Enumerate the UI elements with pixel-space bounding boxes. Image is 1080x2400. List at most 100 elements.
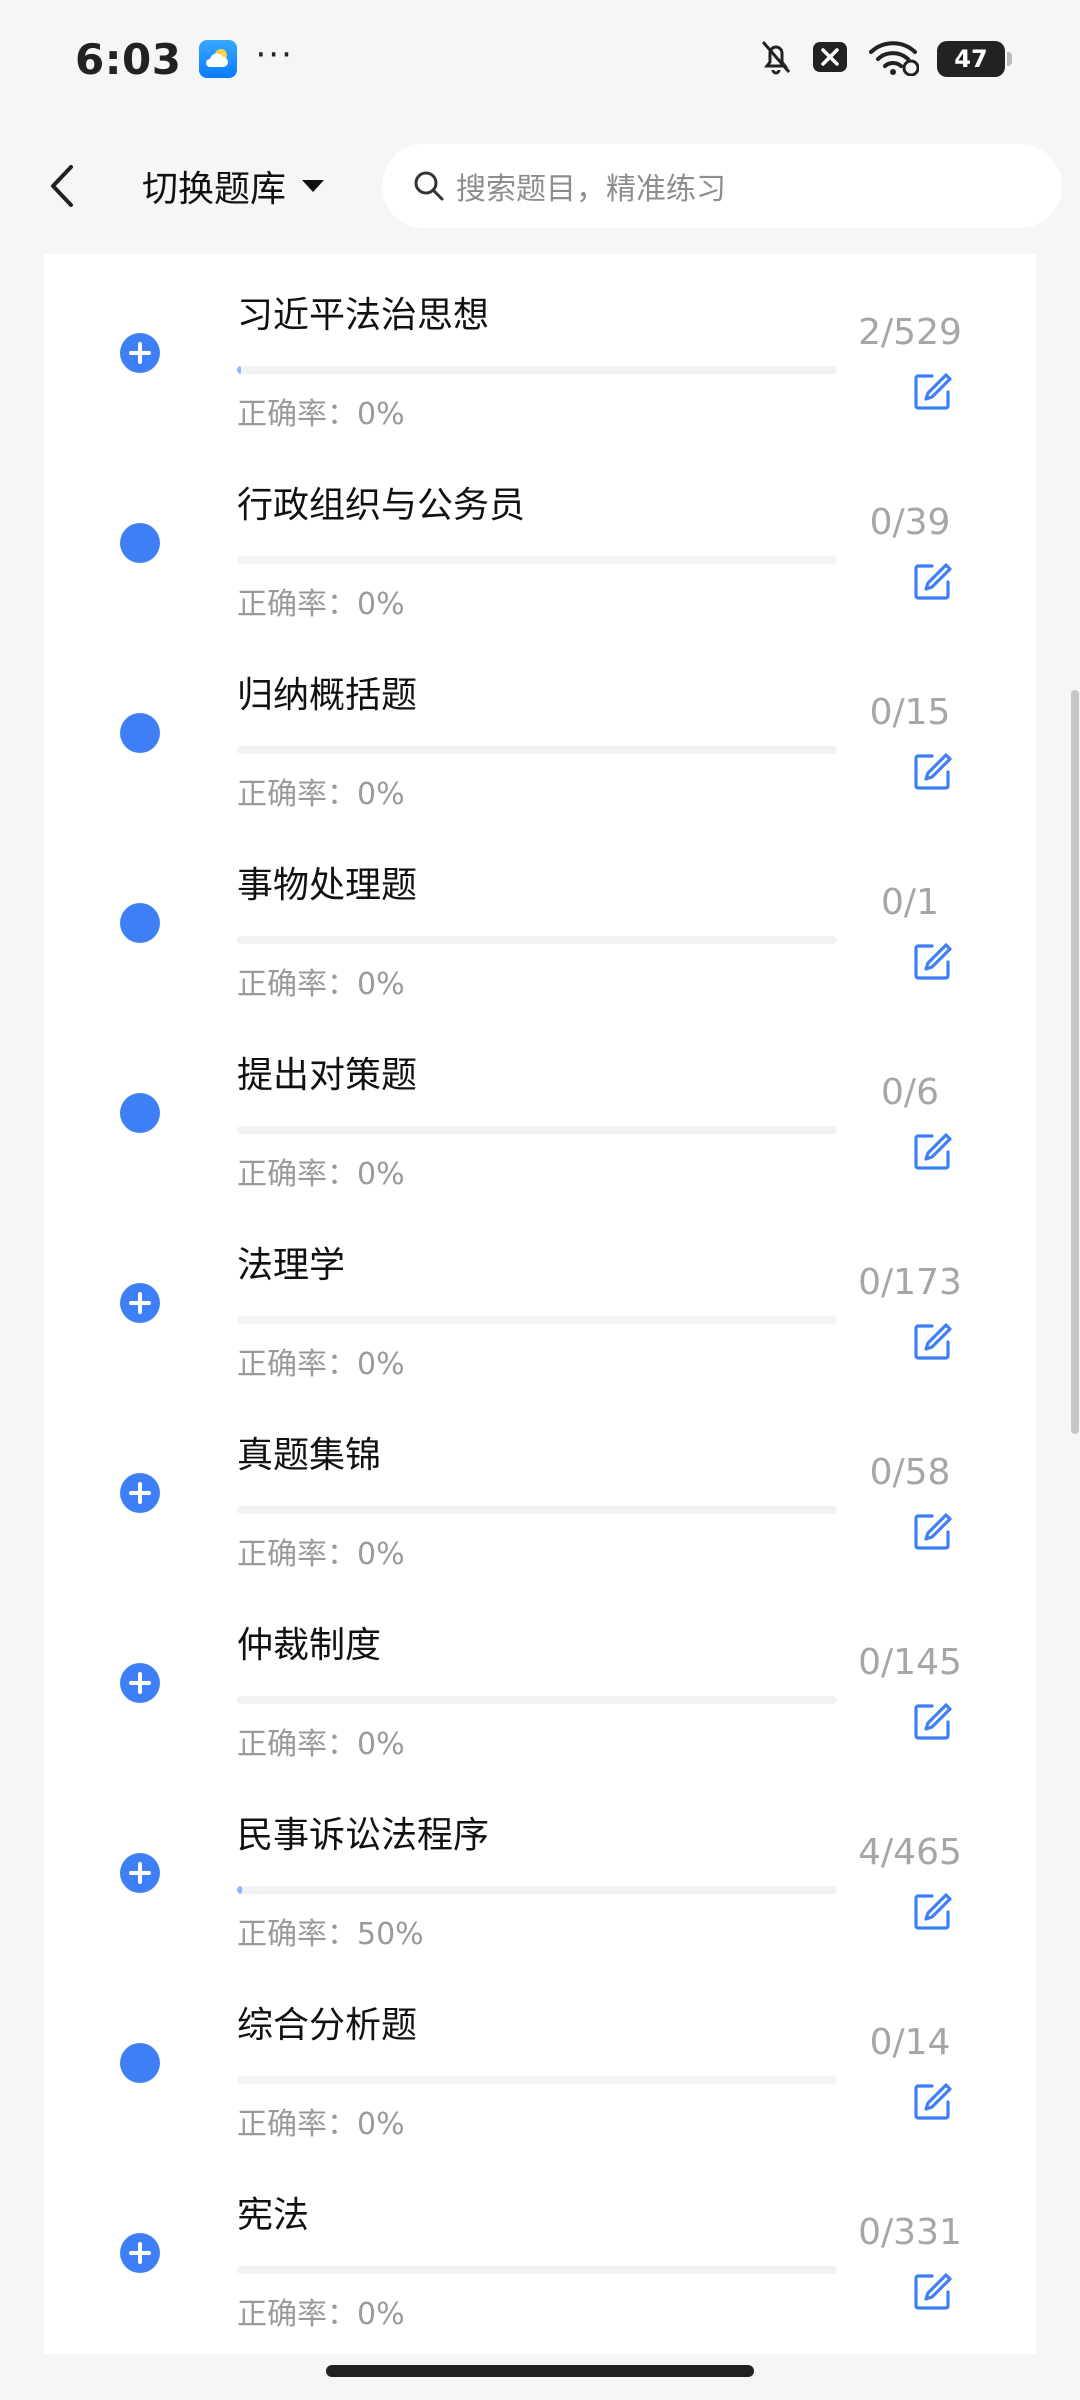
list-item[interactable]: 习近平法治思想 正确率：0% 2/529 — [44, 254, 1036, 444]
expand-plus-icon[interactable] — [120, 2233, 160, 2273]
progress-bar — [237, 1506, 837, 1514]
accuracy-text: 正确率：50% — [237, 1917, 424, 1952]
progress-bar — [237, 556, 837, 564]
edit-icon — [914, 1513, 952, 1550]
edit-icon — [914, 1703, 952, 1740]
answered-count: 2/529 — [858, 312, 962, 353]
expand-plus-icon[interactable] — [120, 1283, 160, 1323]
list-item[interactable]: 行政组织与公务员 正确率：0% 0/39 — [44, 444, 1036, 634]
switch-question-bank-button[interactable]: 切换题库 — [142, 160, 326, 212]
status-time: 6:03 — [75, 34, 182, 84]
list-item[interactable]: 宪法 正确率：0% 0/331 — [44, 2154, 1036, 2344]
edit-icon — [914, 563, 952, 600]
leaf-dot-icon[interactable] — [120, 523, 160, 563]
answered-count: 0/14 — [869, 2022, 951, 2063]
accuracy-text: 正确率：0% — [237, 967, 405, 1002]
caret-down-icon — [302, 180, 325, 192]
item-title: 事物处理题 — [237, 865, 418, 906]
practice-edit-button[interactable] — [910, 940, 954, 984]
practice-edit-button[interactable] — [910, 2080, 954, 2124]
accuracy-text: 正确率：0% — [237, 587, 405, 622]
accuracy-text: 正确率：0% — [237, 1727, 405, 1762]
bell-muted-icon — [759, 38, 793, 80]
practice-edit-button[interactable] — [910, 370, 954, 414]
leaf-dot-icon[interactable] — [120, 903, 160, 943]
battery-indicator: 47 — [937, 41, 1012, 77]
accuracy-text: 正确率：0% — [237, 397, 405, 432]
progress-bar — [237, 1126, 837, 1134]
question-bank-list: 习近平法治思想 正确率：0% 2/529 行政组织与公务员 正确率：0% 0/3… — [44, 254, 1036, 2354]
switch-question-bank-label: 切换题库 — [142, 169, 287, 210]
leaf-dot-icon[interactable] — [120, 713, 160, 753]
home-indicator[interactable] — [326, 2365, 754, 2377]
item-title: 真题集锦 — [237, 1435, 382, 1476]
edit-icon — [914, 943, 952, 980]
scrollbar[interactable] — [1071, 690, 1079, 1434]
answered-count: 0/173 — [858, 1262, 962, 1303]
answered-count: 0/1 — [881, 882, 939, 923]
progress-bar — [237, 2076, 837, 2084]
edit-icon — [914, 2273, 952, 2310]
edit-icon — [914, 1133, 952, 1170]
chevron-left-icon — [51, 165, 73, 207]
item-title: 民事诉讼法程序 — [237, 1815, 490, 1856]
practice-edit-button[interactable] — [910, 560, 954, 604]
answered-count: 0/15 — [869, 692, 951, 733]
header: 切换题库 搜索题目，精准练习 — [0, 118, 1080, 254]
accuracy-text: 正确率：0% — [237, 2297, 405, 2332]
practice-edit-button[interactable] — [910, 1510, 954, 1554]
expand-plus-icon[interactable] — [120, 333, 160, 373]
list-item[interactable]: 归纳概括题 正确率：0% 0/15 — [44, 634, 1036, 824]
item-title: 仲裁制度 — [237, 1625, 382, 1666]
answered-count: 0/145 — [858, 1642, 962, 1683]
progress-bar — [237, 1316, 837, 1324]
status-bar: 6:03 ··· 47 — [0, 0, 1080, 118]
progress-fill — [237, 366, 241, 374]
list-item[interactable]: 提出对策题 正确率：0% 0/6 — [44, 1014, 1036, 1204]
progress-bar — [237, 366, 837, 374]
list-item[interactable]: 民事诉讼法程序 正确率：50% 4/465 — [44, 1774, 1036, 1964]
expand-plus-icon[interactable] — [120, 1473, 160, 1513]
list-item[interactable]: 法理学 正确率：0% 0/173 — [44, 1204, 1036, 1394]
progress-bar — [237, 1886, 837, 1894]
answered-count: 0/39 — [869, 502, 951, 543]
item-title: 法理学 — [237, 1245, 346, 1286]
list-item[interactable]: 真题集锦 正确率：0% 0/58 — [44, 1394, 1036, 1584]
expand-plus-icon[interactable] — [120, 1853, 160, 1893]
list-item[interactable]: 事物处理题 正确率：0% 0/1 — [44, 824, 1036, 1014]
progress-bar — [237, 2266, 837, 2274]
edit-icon — [914, 1323, 952, 1360]
wifi-icon — [867, 38, 920, 80]
weather-app-icon — [199, 40, 238, 78]
search-input[interactable]: 搜索题目，精准练习 — [382, 144, 1063, 228]
no-sim-icon — [811, 40, 849, 78]
progress-bar — [237, 746, 837, 754]
answered-count: 0/6 — [881, 1072, 939, 1113]
item-title: 行政组织与公务员 — [237, 485, 526, 526]
search-icon — [414, 171, 444, 201]
item-title: 归纳概括题 — [237, 675, 418, 716]
practice-edit-button[interactable] — [910, 2270, 954, 2314]
accuracy-text: 正确率：0% — [237, 1347, 405, 1382]
practice-edit-button[interactable] — [910, 1130, 954, 1174]
back-button[interactable] — [40, 156, 84, 216]
answered-count: 0/331 — [858, 2212, 962, 2253]
item-title: 综合分析题 — [237, 2005, 418, 2046]
item-title: 习近平法治思想 — [237, 295, 490, 336]
search-placeholder: 搜索题目，精准练习 — [456, 172, 727, 207]
leaf-dot-icon[interactable] — [120, 2043, 160, 2083]
leaf-dot-icon[interactable] — [120, 1093, 160, 1133]
practice-edit-button[interactable] — [910, 1890, 954, 1934]
more-notifications-icon: ··· — [255, 35, 294, 75]
expand-plus-icon[interactable] — [120, 1663, 160, 1703]
status-right: 47 — [759, 38, 1012, 80]
status-left: 6:03 ··· — [75, 35, 294, 84]
list-item[interactable]: 综合分析题 正确率：0% 0/14 — [44, 1964, 1036, 2154]
progress-bar — [237, 936, 837, 944]
practice-edit-button[interactable] — [910, 1320, 954, 1364]
practice-edit-button[interactable] — [910, 1700, 954, 1744]
list-item[interactable]: 仲裁制度 正确率：0% 0/145 — [44, 1584, 1036, 1774]
edit-icon — [914, 2083, 952, 2120]
item-title: 提出对策题 — [237, 1055, 418, 1096]
practice-edit-button[interactable] — [910, 750, 954, 794]
